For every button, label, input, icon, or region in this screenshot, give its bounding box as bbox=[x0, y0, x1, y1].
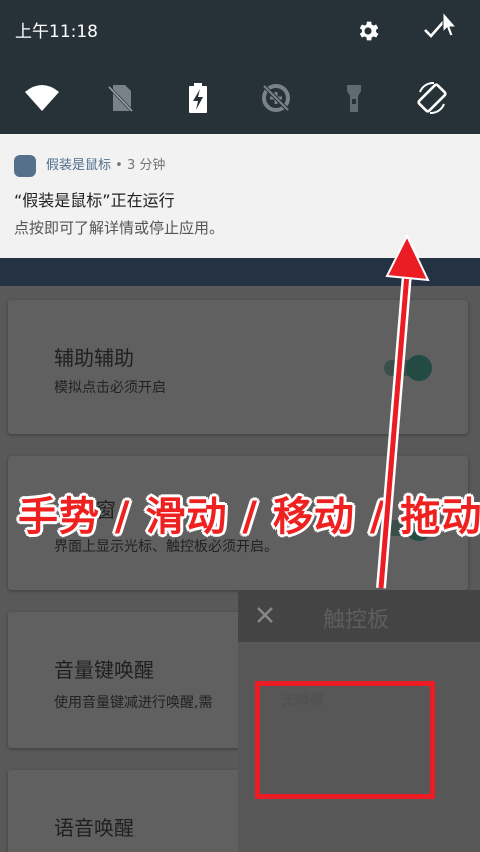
app-toolbar bbox=[0, 258, 480, 286]
card-title: 语音唤醒 bbox=[54, 816, 134, 840]
no-sim-icon[interactable] bbox=[100, 78, 140, 118]
card-subtitle: 模拟点击必须开启 bbox=[54, 380, 166, 396]
notification-text: 点按即可了解详情或停止应用。 bbox=[14, 219, 225, 237]
running-app-notification[interactable]: 假装是鼠标 • 3 分钟 “假装是鼠标”正在运行 点按即可了解详情或停止应用。 bbox=[0, 134, 480, 258]
wifi-icon[interactable] bbox=[22, 78, 62, 118]
gear-icon[interactable] bbox=[355, 18, 381, 44]
notification-separator: • bbox=[111, 158, 127, 173]
notification-header: 假装是鼠标 • 3 分钟 bbox=[46, 154, 165, 173]
card-title: 音量键唤醒 bbox=[54, 658, 154, 682]
notification-app-name: 假装是鼠标 bbox=[46, 158, 112, 173]
notification-shade: 上午11:18 bbox=[0, 0, 480, 134]
settings-card-accessibility[interactable]: 辅助辅助 模拟点击必须开启 bbox=[8, 300, 468, 434]
card-toggle[interactable] bbox=[384, 355, 432, 381]
collapse-shade-icon[interactable] bbox=[421, 10, 459, 44]
touchpad-header[interactable]: 触控板 bbox=[238, 590, 480, 642]
close-icon[interactable] bbox=[252, 602, 278, 628]
card-subtitle: 使用音量键减进行唤醒,需 bbox=[54, 695, 213, 711]
app-icon bbox=[14, 155, 36, 177]
auto-rotate-icon[interactable] bbox=[412, 78, 452, 118]
touch-region-highlight bbox=[255, 681, 435, 799]
card-title: 辅助辅助 bbox=[54, 346, 134, 370]
battery-charging-icon[interactable] bbox=[178, 78, 218, 118]
notification-title: “假装是鼠标”正在运行 bbox=[14, 191, 175, 210]
gesture-caption: 手势 / 滑动 / 移动 / 拖动 bbox=[18, 494, 480, 540]
notification-age: 3 分钟 bbox=[126, 158, 166, 173]
flashlight-icon[interactable] bbox=[334, 78, 374, 118]
data-saver-off-icon[interactable] bbox=[256, 78, 296, 118]
status-time: 上午11:18 bbox=[15, 22, 98, 42]
quick-settings-row bbox=[0, 78, 480, 118]
touchpad-title: 触控板 bbox=[323, 608, 390, 633]
